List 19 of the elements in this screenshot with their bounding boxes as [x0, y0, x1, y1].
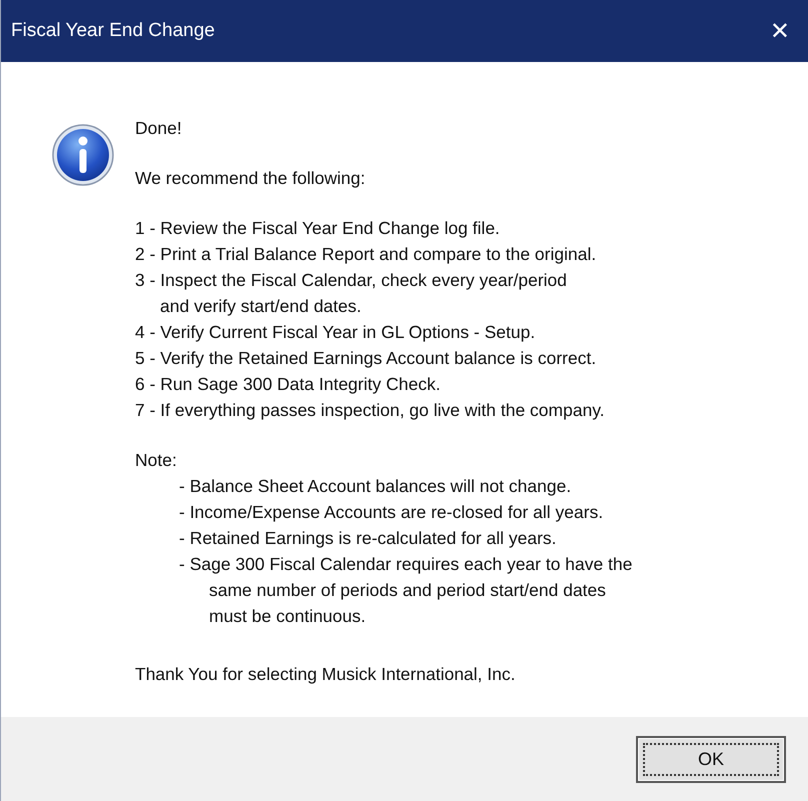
step-text: 5 - Verify the Retained Earnings Account balance is correct.	[135, 347, 598, 370]
info-icon	[51, 123, 115, 187]
note-label: Note:	[135, 449, 178, 472]
step-text: 3 - Inspect the Fiscal Calendar, check every year/period and verify start/end dates.	[135, 269, 568, 318]
step-text: 1 - Review the Fiscal Year End Change log file.	[135, 217, 501, 240]
ok-button[interactable]: OK	[636, 736, 786, 782]
closing-text: Thank You for selecting Musick International, Inc.	[135, 663, 516, 686]
window-title: Fiscal Year End Change	[11, 20, 215, 42]
note-text: - Balance Sheet Account balances will not change.	[179, 475, 572, 498]
note-text: - Sage 300 Fiscal Calendar requires each year to have the same number of periods and period start/end dates must be continuous.	[179, 553, 632, 628]
close-button[interactable]: ✕	[764, 13, 796, 49]
step-text: 6 - Run Sage 300 Data Integrity Check.	[135, 373, 442, 396]
note-text: - Income/Expense Accounts are re-closed for all years.	[179, 501, 604, 524]
step-text: 7 - If everything passes inspection, go live with the company.	[135, 399, 606, 422]
status-heading: Done!	[135, 117, 183, 140]
step-text: 2 - Print a Trial Balance Report and compare to the original.	[135, 243, 598, 266]
step-text: 4 - Verify Current Fiscal Year in GL Options - Setup.	[135, 321, 536, 344]
note-text: - Retained Earnings is re-calculated for all years.	[179, 527, 558, 550]
intro-text: We recommend the following:	[135, 167, 366, 190]
